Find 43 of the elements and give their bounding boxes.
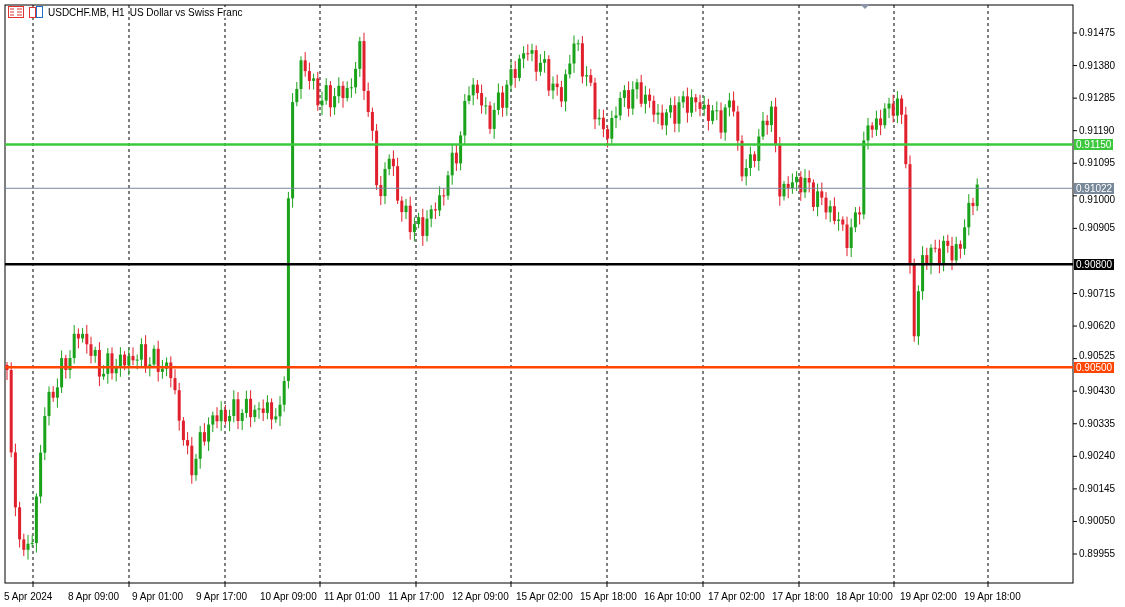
price-level-label: 0.90500 [1074,361,1115,373]
time-axis-label: 11 Apr 17:00 [388,591,444,602]
time-axis-label: 17 Apr 18:00 [772,591,829,602]
time-axis-label: 10 Apr 09:00 [260,591,317,602]
price-axis-label: 0.91000 [1079,194,1116,205]
menu-list-icon[interactable] [8,6,24,18]
window-icon[interactable] [29,6,43,18]
time-axis-label: 5 Apr 2024 [4,591,53,602]
time-axis-label: 18 Apr 10:00 [836,591,893,602]
price-axis-label: 0.90715 [1079,288,1116,299]
time-axis-label: 19 Apr 18:00 [964,591,1021,602]
price-axis-label: 0.91190 [1079,125,1115,136]
time-axis-label: 11 Apr 01:00 [324,591,380,602]
time-axis-label: 9 Apr 01:00 [132,591,184,602]
time-axis-label: 8 Apr 09:00 [68,591,120,602]
price-axis-label: 0.89955 [1079,549,1116,559]
price-axis-label: 0.90620 [1079,321,1116,332]
price-level-label: 0.90800 [1074,258,1115,270]
time-axis-label: 15 Apr 02:00 [516,591,573,602]
price-axis-label: 0.91380 [1079,60,1116,71]
price-axis-label: 0.91475 [1079,28,1116,38]
price-axis-label: 0.90525 [1079,350,1116,361]
time-axis-label: 15 Apr 18:00 [580,591,637,602]
chart-shift-icon[interactable] [860,4,870,9]
price-axis-label: 0.91095 [1079,158,1116,169]
price-axis-label: 0.90335 [1079,418,1116,429]
price-axis-label: 0.90240 [1079,451,1116,462]
time-axis-label: 19 Apr 02:00 [900,591,957,602]
chart-symbol: USDCHF.MB, H1 [48,6,125,18]
time-axis-label: 17 Apr 02:00 [708,591,765,602]
price-axis-label: 0.90050 [1079,516,1116,527]
price-axis-label: 0.91285 [1079,93,1116,104]
price-level-label: 0.91022 [1074,182,1115,194]
price-level-line[interactable] [5,365,1073,369]
chart-description: US Dollar vs Swiss Franc [129,6,243,18]
time-axis-label: 16 Apr 10:00 [644,591,701,602]
time-axis-label: 12 Apr 09:00 [452,591,509,602]
price-level-label: 0.91150 [1074,138,1114,150]
price-axis-label: 0.90145 [1079,483,1116,494]
time-axis-label: 9 Apr 17:00 [196,591,248,602]
price-axis-label: 0.90905 [1079,223,1116,234]
price-axis-label: 0.90430 [1079,386,1116,397]
price-level-line[interactable] [5,263,1073,266]
